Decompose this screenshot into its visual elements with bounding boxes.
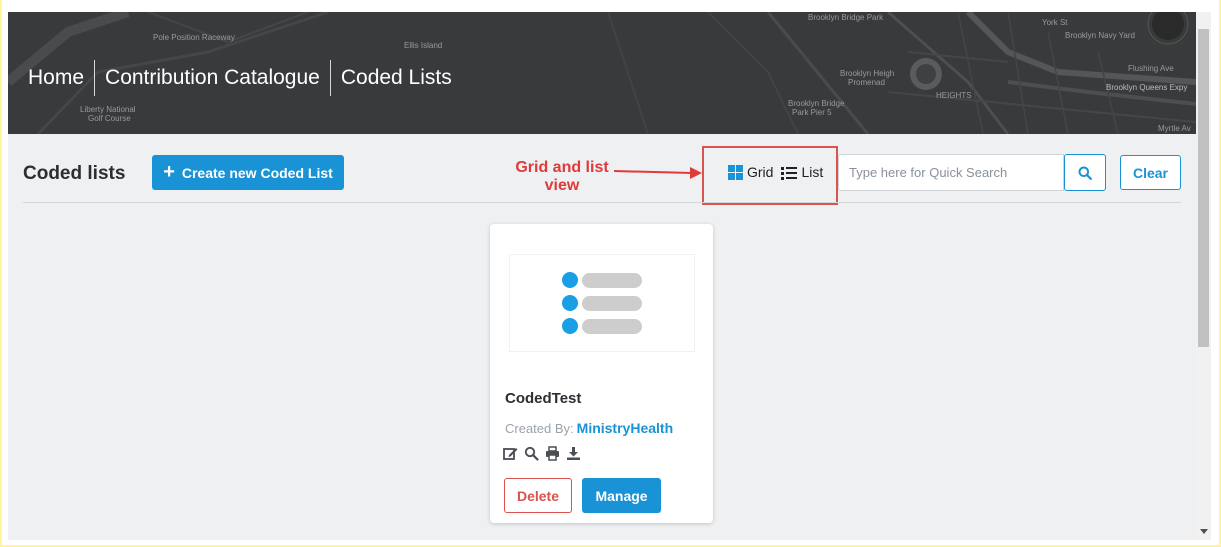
map-label: York St (1042, 18, 1068, 27)
scrollbar-thumb[interactable] (1198, 29, 1209, 347)
breadcrumb-home[interactable]: Home (28, 66, 94, 90)
search-icon[interactable] (524, 446, 539, 461)
map-label: Brooklyn Heigh (840, 69, 895, 78)
map-label: Flushing Ave (1128, 64, 1174, 73)
card-title: CodedTest (505, 390, 582, 407)
created-by-author[interactable]: MinistryHealth (577, 420, 673, 436)
thumbnail-row (562, 318, 642, 334)
grid-icon (728, 164, 743, 180)
map-label: Liberty National (80, 105, 136, 114)
list-view-label: List (801, 164, 824, 180)
map-label: HEIGHTS (936, 91, 972, 100)
list-icon (781, 166, 798, 180)
coded-list-card: CodedTest Created By: MinistryHealth Del… (490, 224, 713, 523)
card-action-icons (503, 446, 581, 461)
create-coded-list-label: Create new Coded List (181, 164, 333, 181)
grid-view-label: Grid (747, 164, 774, 180)
thumbnail-dot (562, 295, 578, 311)
scroll-down-arrow-icon[interactable] (1200, 529, 1208, 534)
map-label: Golf Course (88, 114, 131, 123)
vertical-scrollbar[interactable] (1196, 12, 1211, 540)
map-label: Brooklyn Queens Expy (1106, 83, 1188, 92)
breadcrumb-coded-lists[interactable]: Coded Lists (331, 66, 462, 90)
thumbnail-bar (582, 295, 642, 311)
download-icon[interactable] (566, 446, 581, 461)
page-title: Coded lists (23, 163, 126, 184)
map-label: Myrtle Av (1158, 124, 1191, 133)
search-button[interactable] (1064, 154, 1106, 191)
map-label: Brooklyn Bridge Park (808, 13, 884, 22)
print-icon[interactable] (545, 446, 560, 461)
annotation-label: Grid and list view (515, 159, 609, 194)
search-icon (1078, 166, 1092, 180)
create-coded-list-button[interactable]: + Create new Coded List (152, 155, 344, 190)
breadcrumb-contribution-catalogue[interactable]: Contribution Catalogue (95, 66, 330, 90)
view-toggle: Grid List (728, 164, 823, 180)
thumbnail-dot (562, 272, 578, 288)
card-created-by: Created By: MinistryHealth (505, 420, 673, 436)
map-label: Pole Position Raceway (153, 33, 235, 42)
coded-list-thumbnail (509, 254, 695, 352)
map-label: Park Pier 5 (792, 108, 832, 117)
thumbnail-bar (582, 318, 642, 334)
map-label: Brooklyn Bridge (788, 99, 845, 108)
created-by-label: Created By: (505, 421, 574, 436)
plus-icon: + (163, 160, 175, 183)
page-viewport: Pole Position Raceway Ellis Island Liber… (8, 12, 1196, 540)
manage-button[interactable]: Manage (582, 478, 661, 513)
grid-view-toggle[interactable]: Grid (728, 164, 773, 180)
clear-button[interactable]: Clear (1120, 155, 1181, 190)
list-view-toggle[interactable]: List (781, 164, 823, 180)
map-banner: Pole Position Raceway Ellis Island Liber… (8, 12, 1196, 134)
toolbar-divider (23, 202, 1181, 203)
thumbnail-row (562, 272, 642, 288)
map-label: Brooklyn Navy Yard (1065, 31, 1135, 40)
thumbnail-row (562, 295, 642, 311)
quick-search-input[interactable] (838, 154, 1064, 191)
breadcrumb: Home Contribution Catalogue Coded Lists (28, 60, 462, 96)
edit-icon[interactable] (503, 446, 518, 461)
map-label: Promenad (848, 78, 885, 87)
delete-button[interactable]: Delete (504, 478, 572, 513)
thumbnail-dot (562, 318, 578, 334)
map-label: Ellis Island (404, 41, 443, 50)
thumbnail-bar (582, 272, 642, 288)
annotation-arrow (613, 167, 702, 179)
